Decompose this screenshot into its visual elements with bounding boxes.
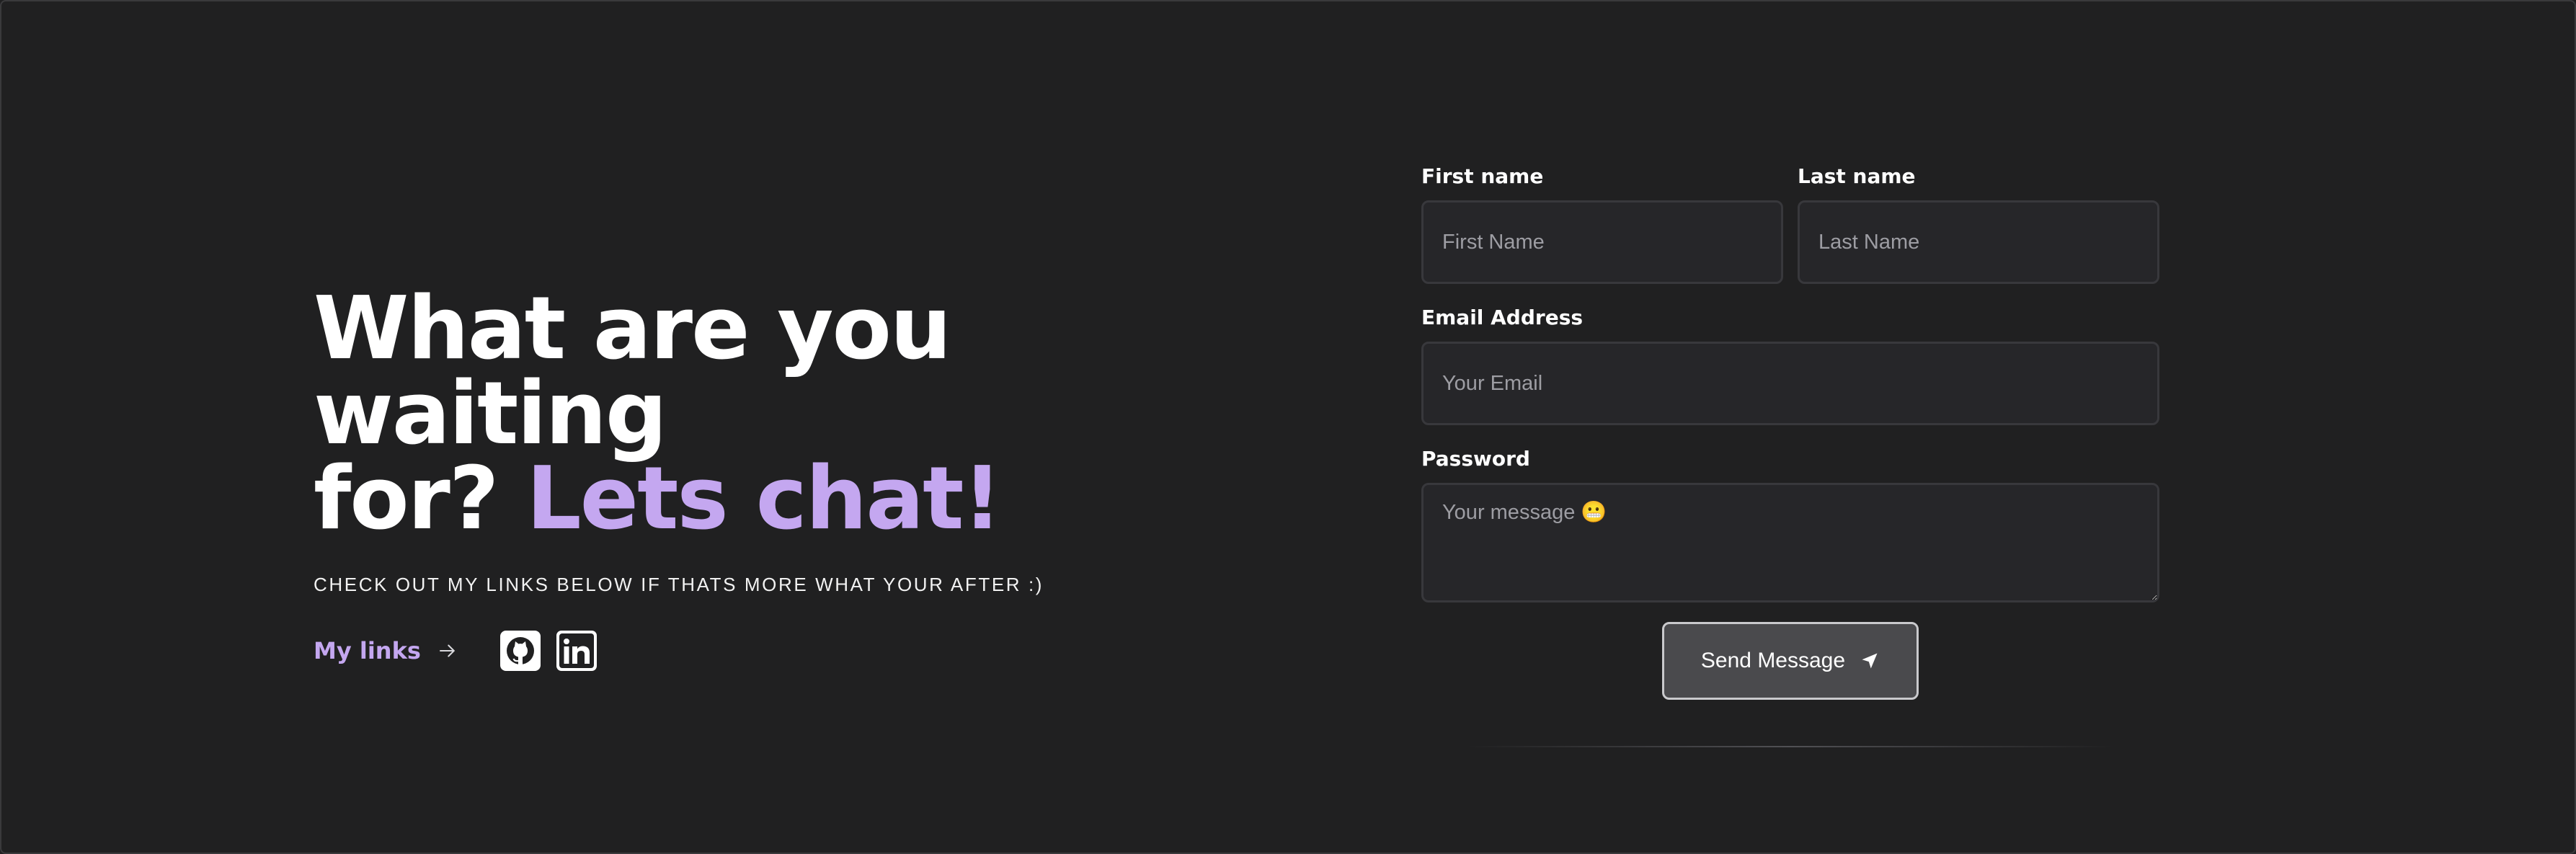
- hero-subtext: CHECK OUT MY LINKS BELOW IF THATS MORE W…: [314, 574, 1044, 595]
- email-input[interactable]: [1421, 342, 2159, 425]
- heading-line-2: for?: [314, 449, 527, 549]
- last-name-group: Last name: [1798, 164, 2159, 284]
- message-textarea[interactable]: [1421, 483, 2159, 602]
- email-group: Email Address: [1421, 306, 2159, 425]
- linkedin-icon: [556, 631, 597, 671]
- github-link[interactable]: [499, 631, 541, 671]
- message-wrap: [1421, 483, 2159, 606]
- heading-accent: Lets chat!: [526, 449, 1002, 549]
- password-group: Password: [1421, 447, 2159, 606]
- first-name-label: First name: [1421, 164, 1544, 188]
- first-name-input[interactable]: [1421, 200, 1783, 284]
- email-label: Email Address: [1421, 306, 1584, 329]
- send-message-label: Send Message: [1700, 649, 1846, 672]
- heading-line-1: What are you waiting: [314, 279, 951, 464]
- my-links-link[interactable]: My links: [314, 637, 458, 664]
- links-row: My links: [314, 629, 1323, 672]
- name-row: First name Last name: [1421, 164, 2159, 284]
- contact-form: First name Last name Email Address Passw…: [1421, 164, 2159, 747]
- send-icon: [1862, 653, 1878, 669]
- github-icon: [499, 631, 541, 671]
- my-links-label: My links: [314, 637, 421, 664]
- password-label: Password: [1421, 447, 1530, 471]
- arrow-right-icon: [439, 644, 455, 657]
- first-name-group: First name: [1421, 164, 1783, 284]
- hero-section: What are you waiting for? Lets chat! CHE…: [314, 286, 1323, 672]
- social-links: [499, 631, 597, 671]
- send-message-button[interactable]: Send Message: [1662, 622, 1919, 700]
- last-name-label: Last name: [1798, 164, 1916, 188]
- hero-heading: What are you waiting for? Lets chat!: [314, 286, 1323, 543]
- form-divider: [1466, 746, 2115, 747]
- linkedin-link[interactable]: [556, 631, 597, 671]
- last-name-input[interactable]: [1798, 200, 2159, 284]
- send-wrap: Send Message: [1421, 622, 2159, 700]
